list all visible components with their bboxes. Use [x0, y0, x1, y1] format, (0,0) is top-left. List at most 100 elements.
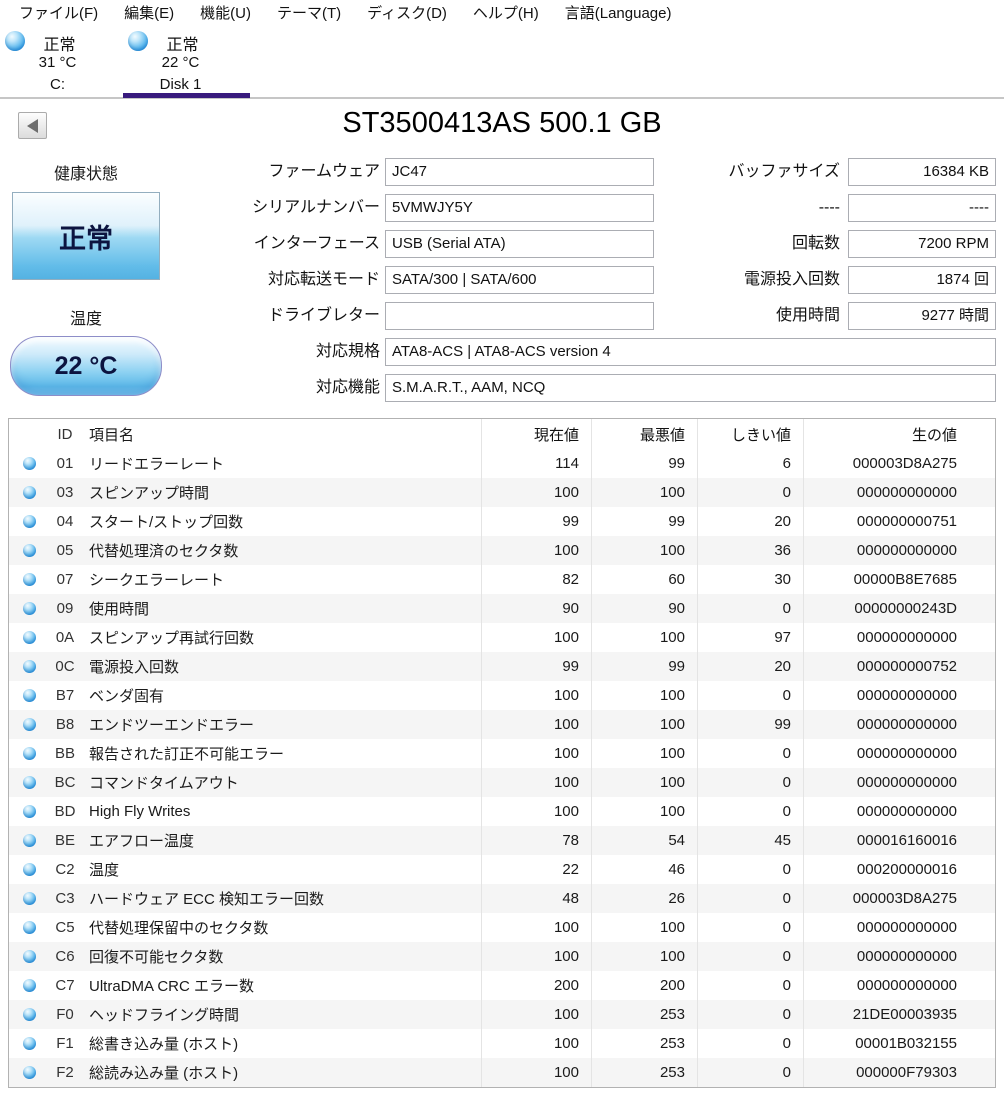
smart-attribute-row[interactable]: C7 UltraDMA CRC エラー数 200 200 0 000000000000: [9, 971, 995, 1000]
menu-item-4[interactable]: ディスク(D): [354, 0, 460, 27]
health-status-indicator[interactable]: 正常: [12, 192, 160, 280]
cell-raw: 000000000000: [856, 687, 957, 704]
cell-name: 報告された訂正不可能エラー: [81, 739, 482, 768]
cell-id: 05: [56, 542, 74, 559]
smart-attribute-row[interactable]: F0 ヘッドフライング時間 100 253 0 21DE00003935: [9, 1000, 995, 1029]
cell-raw: 000000000000: [856, 919, 957, 936]
smart-attribute-row[interactable]: B8 エンドツーエンドエラー 100 100 99 000000000000: [9, 710, 995, 739]
disk-tab-c-[interactable]: 正常 31 °C C:: [0, 27, 127, 97]
left-field-label-2: インターフェース: [253, 235, 380, 252]
cell-id: F1: [56, 1035, 74, 1052]
right-field-value-3: 1874 回: [848, 266, 996, 294]
right-field-label-1: ----: [818, 199, 840, 216]
status-dot-cell: [9, 565, 49, 594]
header-worst: 最悪値: [592, 419, 698, 449]
cell-name: ベンダ固有: [81, 681, 482, 710]
cell-id: C2: [55, 861, 75, 878]
smart-attribute-row[interactable]: C6 回復不可能セクタ数 100 100 0 000000000000: [9, 942, 995, 971]
cell-current: 78: [482, 826, 592, 855]
header-id: ID: [57, 425, 73, 443]
cell-name: シークエラーレート: [81, 565, 482, 594]
cell-current: 99: [482, 507, 592, 536]
cell-current: 100: [482, 1058, 592, 1087]
smart-attribute-row[interactable]: 09 使用時間 90 90 0 00000000243D: [9, 594, 995, 623]
right-field-label-4: 使用時間: [775, 307, 840, 324]
cell-name: High Fly Writes: [81, 797, 482, 826]
menu-item-6[interactable]: 言語(Language): [552, 0, 685, 27]
disk-tab-disk-1[interactable]: 正常 22 °C Disk 1: [123, 27, 250, 98]
smart-attribute-row[interactable]: BD High Fly Writes 100 100 0 000000000000: [9, 797, 995, 826]
cell-name: スタート/ストップ回数: [81, 507, 482, 536]
header-name: 項目名: [81, 419, 482, 449]
cell-threshold: 45: [698, 826, 804, 855]
smart-attribute-row[interactable]: BB 報告された訂正不可能エラー 100 100 0 000000000000: [9, 739, 995, 768]
cell-name: 回復不可能セクタ数: [81, 942, 482, 971]
cell-raw: 000000F79303: [856, 1064, 957, 1081]
cell-raw: 000016160016: [856, 832, 957, 849]
cell-worst: 100: [592, 942, 698, 971]
smart-attribute-row[interactable]: 07 シークエラーレート 82 60 30 00000B8E7685: [9, 565, 995, 594]
left-field-label-0: ファームウェア: [268, 163, 380, 180]
attribute-status-good-icon: [22, 1066, 36, 1079]
smart-attribute-row[interactable]: 01 リードエラーレート 114 99 6 000003D8A275: [9, 449, 995, 478]
right-field-value-1: ----: [848, 194, 996, 222]
right-field-value-2: 7200 RPM: [848, 230, 996, 258]
attribute-status-good-icon: [22, 834, 36, 847]
attribute-status-good-icon: [22, 602, 36, 615]
status-dot-cell: [9, 768, 49, 797]
smart-attribute-row[interactable]: C3 ハードウェア ECC 検知エラー回数 48 26 0 000003D8A275: [9, 884, 995, 913]
cell-raw: 000003D8A275: [852, 890, 957, 907]
smart-table-header-row: ID 項目名 現在値 最悪値 しきい値 生の値: [9, 419, 995, 449]
smart-attribute-row[interactable]: C5 代替処理保留中のセクタ数 100 100 0 000000000000: [9, 913, 995, 942]
cell-current: 100: [482, 1000, 592, 1029]
cell-id: C3: [55, 890, 75, 907]
menu-item-5[interactable]: ヘルプ(H): [460, 0, 552, 27]
cell-raw: 000000000000: [856, 948, 957, 965]
cell-worst: 100: [592, 710, 698, 739]
left-field-value-3: SATA/300 | SATA/600: [385, 266, 654, 294]
right-field-label-3: 電源投入回数: [743, 271, 840, 288]
smart-attribute-row[interactable]: 03 スピンアップ時間 100 100 0 000000000000: [9, 478, 995, 507]
cell-threshold: 20: [698, 507, 804, 536]
cell-threshold: 0: [698, 855, 804, 884]
cell-worst: 100: [592, 739, 698, 768]
cell-id: 0C: [55, 658, 75, 675]
cell-raw: 000003D8A275: [852, 455, 957, 472]
left-field-value-0: JC47: [385, 158, 654, 186]
cell-current: 114: [482, 449, 592, 478]
cell-threshold: 0: [698, 1058, 804, 1087]
cell-name: エアフロー温度: [81, 826, 482, 855]
smart-attribute-row[interactable]: 05 代替処理済のセクタ数 100 100 36 000000000000: [9, 536, 995, 565]
menu-item-1[interactable]: 編集(E): [111, 0, 187, 27]
left-field-label-3: 対応転送モード: [267, 271, 380, 288]
cell-threshold: 0: [698, 739, 804, 768]
cell-id: F2: [56, 1064, 74, 1081]
smart-attributes-table: ID 項目名 現在値 最悪値 しきい値 生の値 01 リードエラーレート 114 99 6 00000…: [8, 418, 996, 1088]
smart-attribute-row[interactable]: 04 スタート/ストップ回数 99 99 20 000000000751: [9, 507, 995, 536]
cell-current: 100: [482, 913, 592, 942]
menu-item-3[interactable]: テーマ(T): [264, 0, 354, 27]
cell-raw: 000000000000: [856, 977, 957, 994]
smart-attribute-row[interactable]: BE エアフロー温度 78 54 45 000016160016: [9, 826, 995, 855]
smart-attribute-row[interactable]: B7 ベンダ固有 100 100 0 000000000000: [9, 681, 995, 710]
cell-id: C6: [55, 948, 75, 965]
cell-current: 100: [482, 942, 592, 971]
menu-item-2[interactable]: 機能(U): [187, 0, 264, 27]
smart-attribute-row[interactable]: BC コマンドタイムアウト 100 100 0 000000000000: [9, 768, 995, 797]
menu-item-0[interactable]: ファイル(F): [6, 0, 111, 27]
disk-tab-temp: 22 °C: [161, 54, 200, 71]
cell-id: 09: [56, 600, 74, 617]
cell-raw: 000000000000: [856, 745, 957, 762]
cell-worst: 100: [592, 913, 698, 942]
smart-attribute-row[interactable]: 0C 電源投入回数 99 99 20 000000000752: [9, 652, 995, 681]
cell-raw: 000000000000: [856, 803, 957, 820]
smart-attribute-row[interactable]: F1 総書き込み量 (ホスト) 100 253 0 00001B032155: [9, 1029, 995, 1058]
smart-attribute-row[interactable]: F2 総読み込み量 (ホスト) 100 253 0 000000F79303: [9, 1058, 995, 1087]
cell-threshold: 0: [698, 681, 804, 710]
smart-attribute-row[interactable]: C2 温度 22 46 0 000200000016: [9, 855, 995, 884]
cell-raw: 000000000000: [856, 629, 957, 646]
cell-name: 代替処理保留中のセクタ数: [81, 913, 482, 942]
smart-attribute-row[interactable]: 0A スピンアップ再試行回数 100 100 97 000000000000: [9, 623, 995, 652]
cell-raw: 000000000000: [856, 774, 957, 791]
status-dot-cell: [9, 507, 49, 536]
